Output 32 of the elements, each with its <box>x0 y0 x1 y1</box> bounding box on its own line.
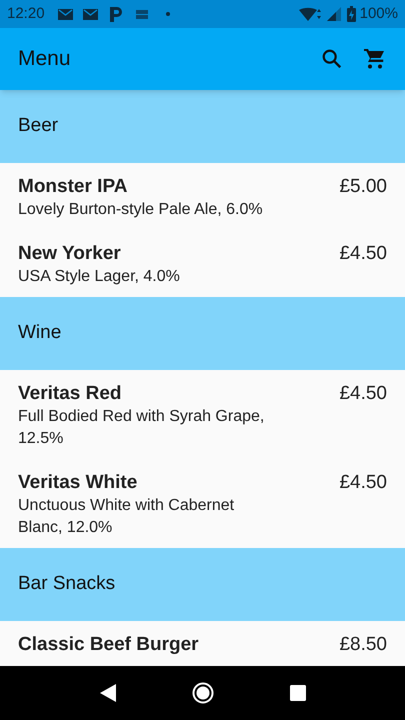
item-price: £4.50 <box>339 471 387 495</box>
dot-icon <box>166 12 170 16</box>
item-price: £4.50 <box>339 242 387 266</box>
mail-icon <box>58 8 73 20</box>
battery-percent: 100% <box>360 4 398 24</box>
mail-icon <box>82 8 98 20</box>
signal-icon <box>326 7 341 21</box>
item-description: Unctuous White with Cabernet Blanc, 12.0% <box>18 496 236 538</box>
battery-icon <box>346 6 356 22</box>
item-description: USA Style Lager, 4.0% <box>18 267 181 287</box>
section-title: Bar Snacks <box>18 572 116 596</box>
item-name: Monster IPA <box>18 175 128 199</box>
p-logo-icon <box>110 6 122 22</box>
app-title: Menu <box>18 46 72 72</box>
item-name: Veritas Red <box>18 382 122 406</box>
item-description: Lovely Burton-style Pale Ale, 6.0% <box>18 200 264 220</box>
status-time: 12:20 <box>7 4 45 24</box>
section-title: Wine <box>18 321 62 346</box>
back-icon[interactable] <box>100 684 116 702</box>
item-name: Veritas White <box>18 471 138 495</box>
home-icon[interactable] <box>192 682 214 704</box>
item-price: £5.00 <box>339 175 387 199</box>
wifi-icon <box>298 7 323 21</box>
item-price: £4.50 <box>339 382 387 406</box>
item-description: Full Bodied Red with Syrah Grape, 12.5% <box>18 407 266 449</box>
item-name: New Yorker <box>18 242 122 266</box>
recents-icon[interactable] <box>290 685 306 701</box>
section-title: Beer <box>18 114 58 138</box>
cart-icon[interactable] <box>363 47 387 71</box>
item-price: £8.50 <box>339 633 387 657</box>
search-icon[interactable] <box>321 48 343 70</box>
item-name: Classic Beef Burger <box>18 633 200 657</box>
